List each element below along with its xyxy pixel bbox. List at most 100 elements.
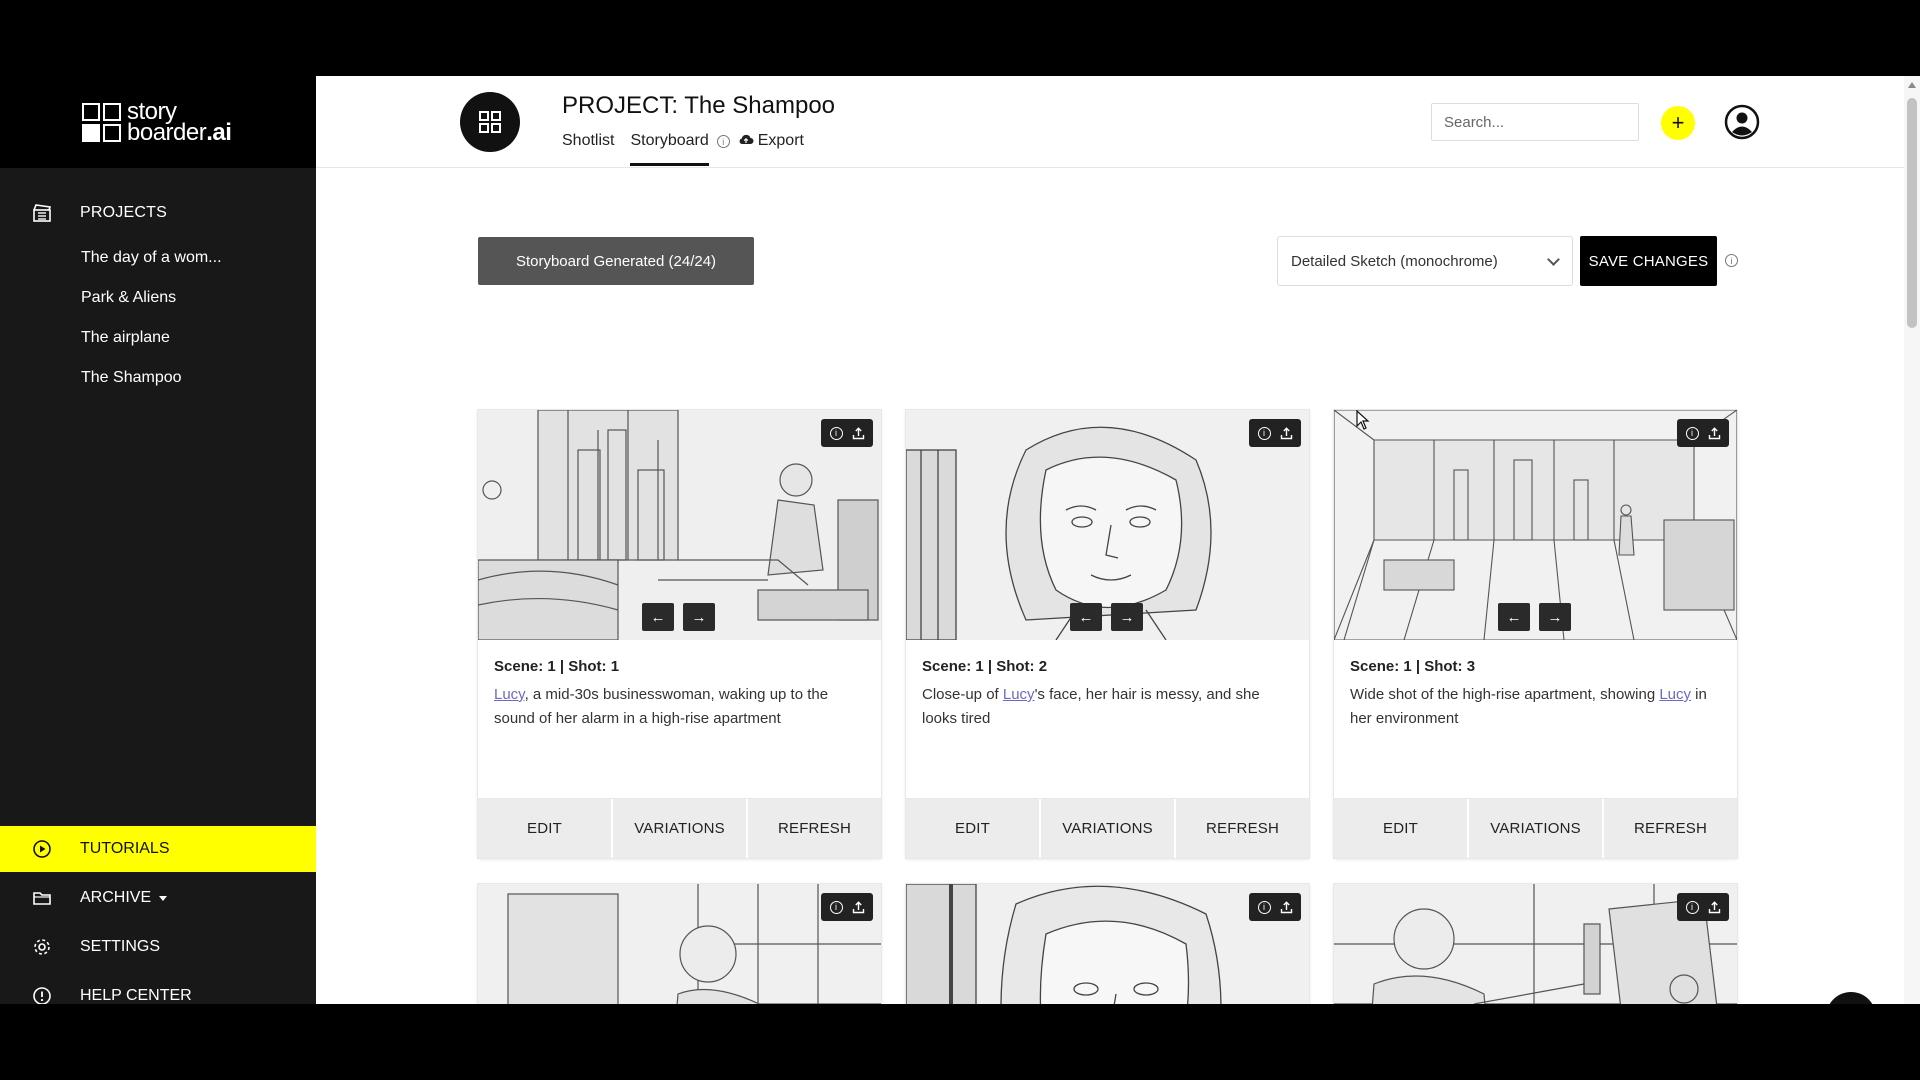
shot-image[interactable]: i ← → [1334,410,1737,640]
info-icon[interactable]: i [1257,426,1271,440]
tutorials-label: TUTORIALS [80,840,170,857]
next-image-button[interactable]: → [1111,603,1143,631]
sidebar-item-projects[interactable]: PROJECTS [0,198,316,228]
shot-image[interactable]: i ← → [478,410,881,640]
storyboard-generated-status[interactable]: Storyboard Generated (24/24) [478,237,754,285]
brand-logo[interactable]: story boarder.ai [0,76,316,168]
character-link[interactable]: Lucy [1003,686,1035,703]
variations-button[interactable]: VARIATIONS [1469,799,1604,858]
gear-icon [32,937,52,957]
sidebar: story boarder.ai PROJECTS The day of a w… [0,76,316,1004]
shot-description: Wide shot of the high-rise apartment, sh… [1350,686,1707,727]
projects-nav: PROJECTS The day of a wom... Park & Alie… [0,168,316,398]
shot-image[interactable]: i [478,884,881,1004]
app-window: story boarder.ai PROJECTS The day of a w… [0,76,1920,1004]
previous-image-button[interactable]: ← [1498,603,1530,631]
sketch-style-select[interactable]: Detailed Sketch (monochrome) [1277,236,1573,286]
shot-description: Lucy, a mid-30s businesswoman, waking up… [494,686,829,727]
sidebar-item-archive[interactable]: ARCHIVE [0,875,316,921]
shot-label: Scene: 1 | Shot: 2 [922,658,1048,675]
sidebar-item-tutorials[interactable]: TUTORIALS [0,826,316,872]
top-header: PROJECT: The Shampoo Shotlist Storyboard… [316,76,1904,168]
shot-meta: Scene: 1 | Shot: 3 Wide shot of the high… [1334,640,1737,798]
refresh-button[interactable]: REFRESH [1176,799,1309,858]
info-icon[interactable]: i [1685,900,1699,914]
refresh-button[interactable]: REFRESH [748,799,881,858]
screen: story boarder.ai PROJECTS The day of a w… [0,0,1920,1080]
scroll-thumb[interactable] [1907,98,1917,328]
tab-export[interactable]: Export [738,130,804,166]
tab-shotlist[interactable]: Shotlist [562,130,614,166]
sidebar-project-item[interactable]: The Shampoo [0,358,316,398]
shot-image[interactable]: i [906,884,1309,1004]
variations-button[interactable]: VARIATIONS [1041,799,1176,858]
page-title: PROJECT: The Shampoo [562,92,836,119]
caret-down-icon [159,895,168,901]
shot-image[interactable]: i ← → [906,410,1309,640]
settings-label: SETTINGS [80,938,161,955]
mouse-cursor-icon [1356,410,1370,430]
image-arrows: ← → [1498,603,1571,631]
edit-button[interactable]: EDIT [1334,799,1469,858]
shot-card: i ← → Scene: 1 | Shot: 3 Wide shot of th… [1334,410,1737,858]
character-link[interactable]: Lucy [494,686,525,703]
share-icon[interactable] [1708,426,1721,440]
share-icon[interactable] [852,900,865,914]
refresh-button[interactable]: REFRESH [1604,799,1737,858]
user-circle-icon [1724,104,1760,140]
projects-label: PROJECTS [80,204,167,221]
page-scrollbar[interactable] [1904,76,1920,1004]
info-icon[interactable]: i [1685,426,1699,440]
shot-card: i ← → Scene: 1 | Shot: 1 Lucy, a mid-30s… [478,410,881,858]
tab-storyboard[interactable]: Storyboard [630,130,710,166]
tab-export-label: Export [757,132,804,149]
search-input[interactable] [1431,103,1639,141]
shot-meta: Scene: 1 | Shot: 1 Lucy, a mid-30s busin… [478,640,881,798]
project-tabs: Shotlist Storyboard i Export [562,130,820,166]
logo-word-2: boarder.ai [127,119,232,146]
share-icon[interactable] [1280,900,1293,914]
shot-actions: EDIT VARIATIONS REFRESH [478,798,881,858]
shot-card: i [478,884,881,1004]
sidebar-project-item[interactable]: Park & Aliens [0,278,316,318]
share-icon[interactable] [852,426,865,440]
add-project-button[interactable]: + [1661,106,1695,140]
edit-button[interactable]: EDIT [478,799,613,858]
archive-label: ARCHIVE [80,889,152,906]
info-icon[interactable]: i [829,900,843,914]
save-info-icon[interactable]: i [1725,254,1738,267]
sidebar-item-help-center[interactable]: HELP CENTER [0,973,316,1004]
variations-button[interactable]: VARIATIONS [613,799,748,858]
info-icon[interactable]: i [1257,900,1271,914]
help-center-label: HELP CENTER [80,987,192,1004]
image-tools: i [1249,893,1301,921]
shot-meta: Scene: 1 | Shot: 2 Close-up of Lucy's fa… [906,640,1309,798]
info-icon[interactable]: i [829,426,843,440]
user-avatar[interactable] [1724,104,1760,140]
previous-image-button[interactable]: ← [642,603,674,631]
storyboard-info-icon[interactable]: i [716,135,730,148]
share-icon[interactable] [1708,900,1721,914]
save-changes-button[interactable]: SAVE CHANGES [1580,236,1717,286]
image-arrows: ← → [642,603,715,631]
shot-image[interactable]: i [1334,884,1737,1004]
next-image-button[interactable]: → [1539,603,1571,631]
logo-text: story boarder.ai [127,100,232,146]
sidebar-project-item[interactable]: The day of a wom... [0,238,316,278]
share-icon[interactable] [1280,426,1293,440]
sidebar-item-settings[interactable]: SETTINGS [0,924,316,970]
image-arrows: ← → [1070,603,1143,631]
scroll-up-icon[interactable] [1908,82,1916,88]
app-grid-button[interactable] [460,92,520,152]
shot-actions: EDIT VARIATIONS REFRESH [906,798,1309,858]
sidebar-project-item[interactable]: The airplane [0,318,316,358]
shot-card: i ← → Scene: 1 | Shot: 2 Close-up of Luc… [906,410,1309,858]
next-image-button[interactable]: → [683,603,715,631]
folder-icon [32,888,52,908]
selected-style: Detailed Sketch (monochrome) [1291,252,1498,270]
edit-button[interactable]: EDIT [906,799,1041,858]
previous-image-button[interactable]: ← [1070,603,1102,631]
character-link[interactable]: Lucy [1659,686,1691,703]
cloud-upload-icon [739,134,754,144]
sidebar-bottom-nav: TUTORIALS ARCHIVE SETTINGS HELP CENTER [0,826,316,1004]
